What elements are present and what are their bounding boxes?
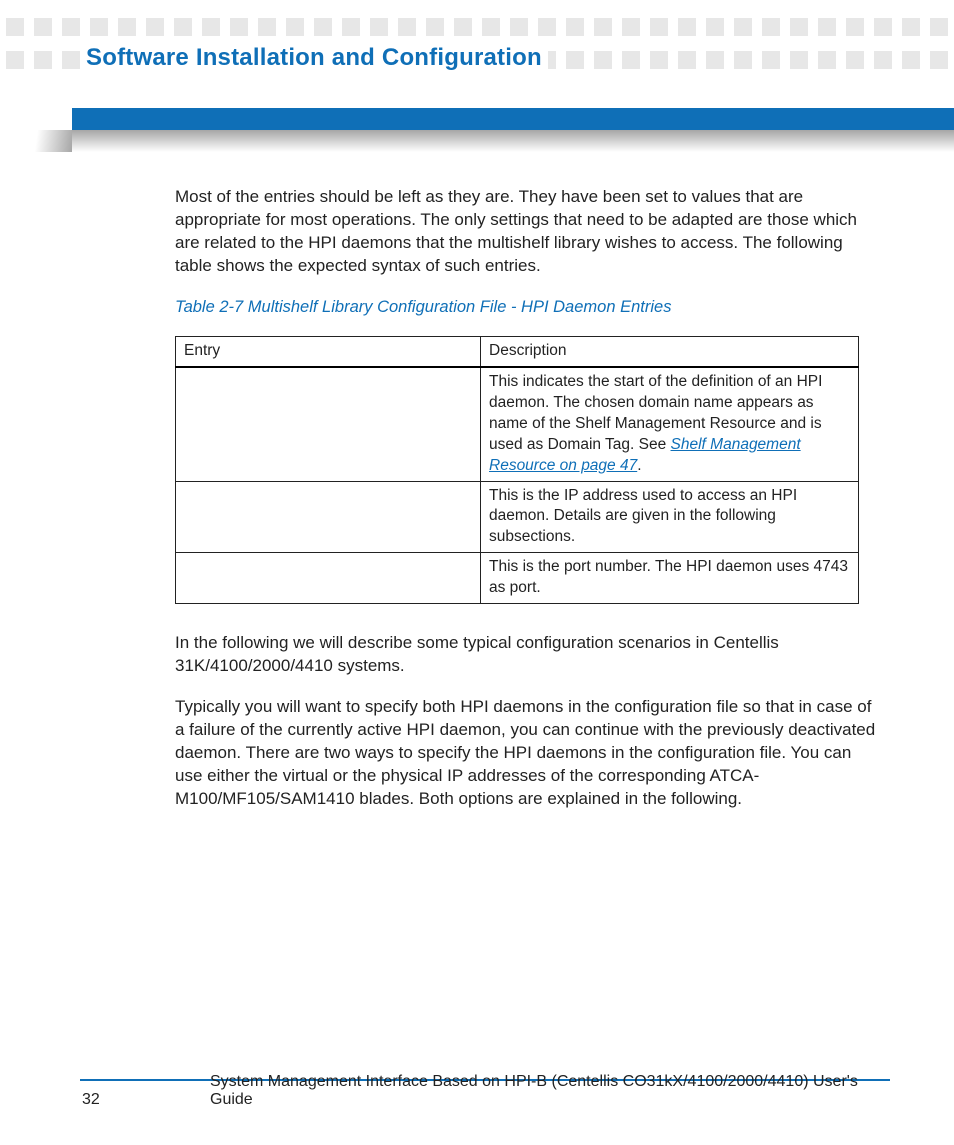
table-cell-description: This indicates the start of the definiti… xyxy=(481,367,859,481)
content-area: Most of the entries should be left as th… xyxy=(175,186,883,829)
paragraph-scenarios: In the following we will describe some t… xyxy=(175,632,883,678)
header-shadow xyxy=(72,130,954,152)
table-header-description: Description xyxy=(481,337,859,367)
footer-title: System Management Interface Based on HPI… xyxy=(210,1073,890,1109)
table-header-entry: Entry xyxy=(176,337,481,367)
table-row: This is the port number. The HPI daemon … xyxy=(176,553,859,604)
table-row: This is the IP address used to access an… xyxy=(176,481,859,553)
table-cell-entry xyxy=(176,367,481,481)
table-cell-entry xyxy=(176,481,481,553)
table-cell-description: This is the port number. The HPI daemon … xyxy=(481,553,859,604)
intro-paragraph: Most of the entries should be left as th… xyxy=(175,186,883,278)
table-cell-entry xyxy=(176,553,481,604)
chapter-title: Software Installation and Configuration xyxy=(80,44,548,72)
desc-text: . xyxy=(637,457,641,474)
table-cell-description: This is the IP address used to access an… xyxy=(481,481,859,553)
page-number: 32 xyxy=(82,1091,100,1109)
header-blue-bar xyxy=(72,108,954,130)
paragraph-daemons: Typically you will want to specify both … xyxy=(175,696,883,811)
table-row: This indicates the start of the definiti… xyxy=(176,367,859,481)
table-header-row: Entry Description xyxy=(176,337,859,367)
table-caption: Table 2-7 Multishelf Library Configurati… xyxy=(175,296,883,318)
config-table: Entry Description This indicates the sta… xyxy=(175,336,859,604)
